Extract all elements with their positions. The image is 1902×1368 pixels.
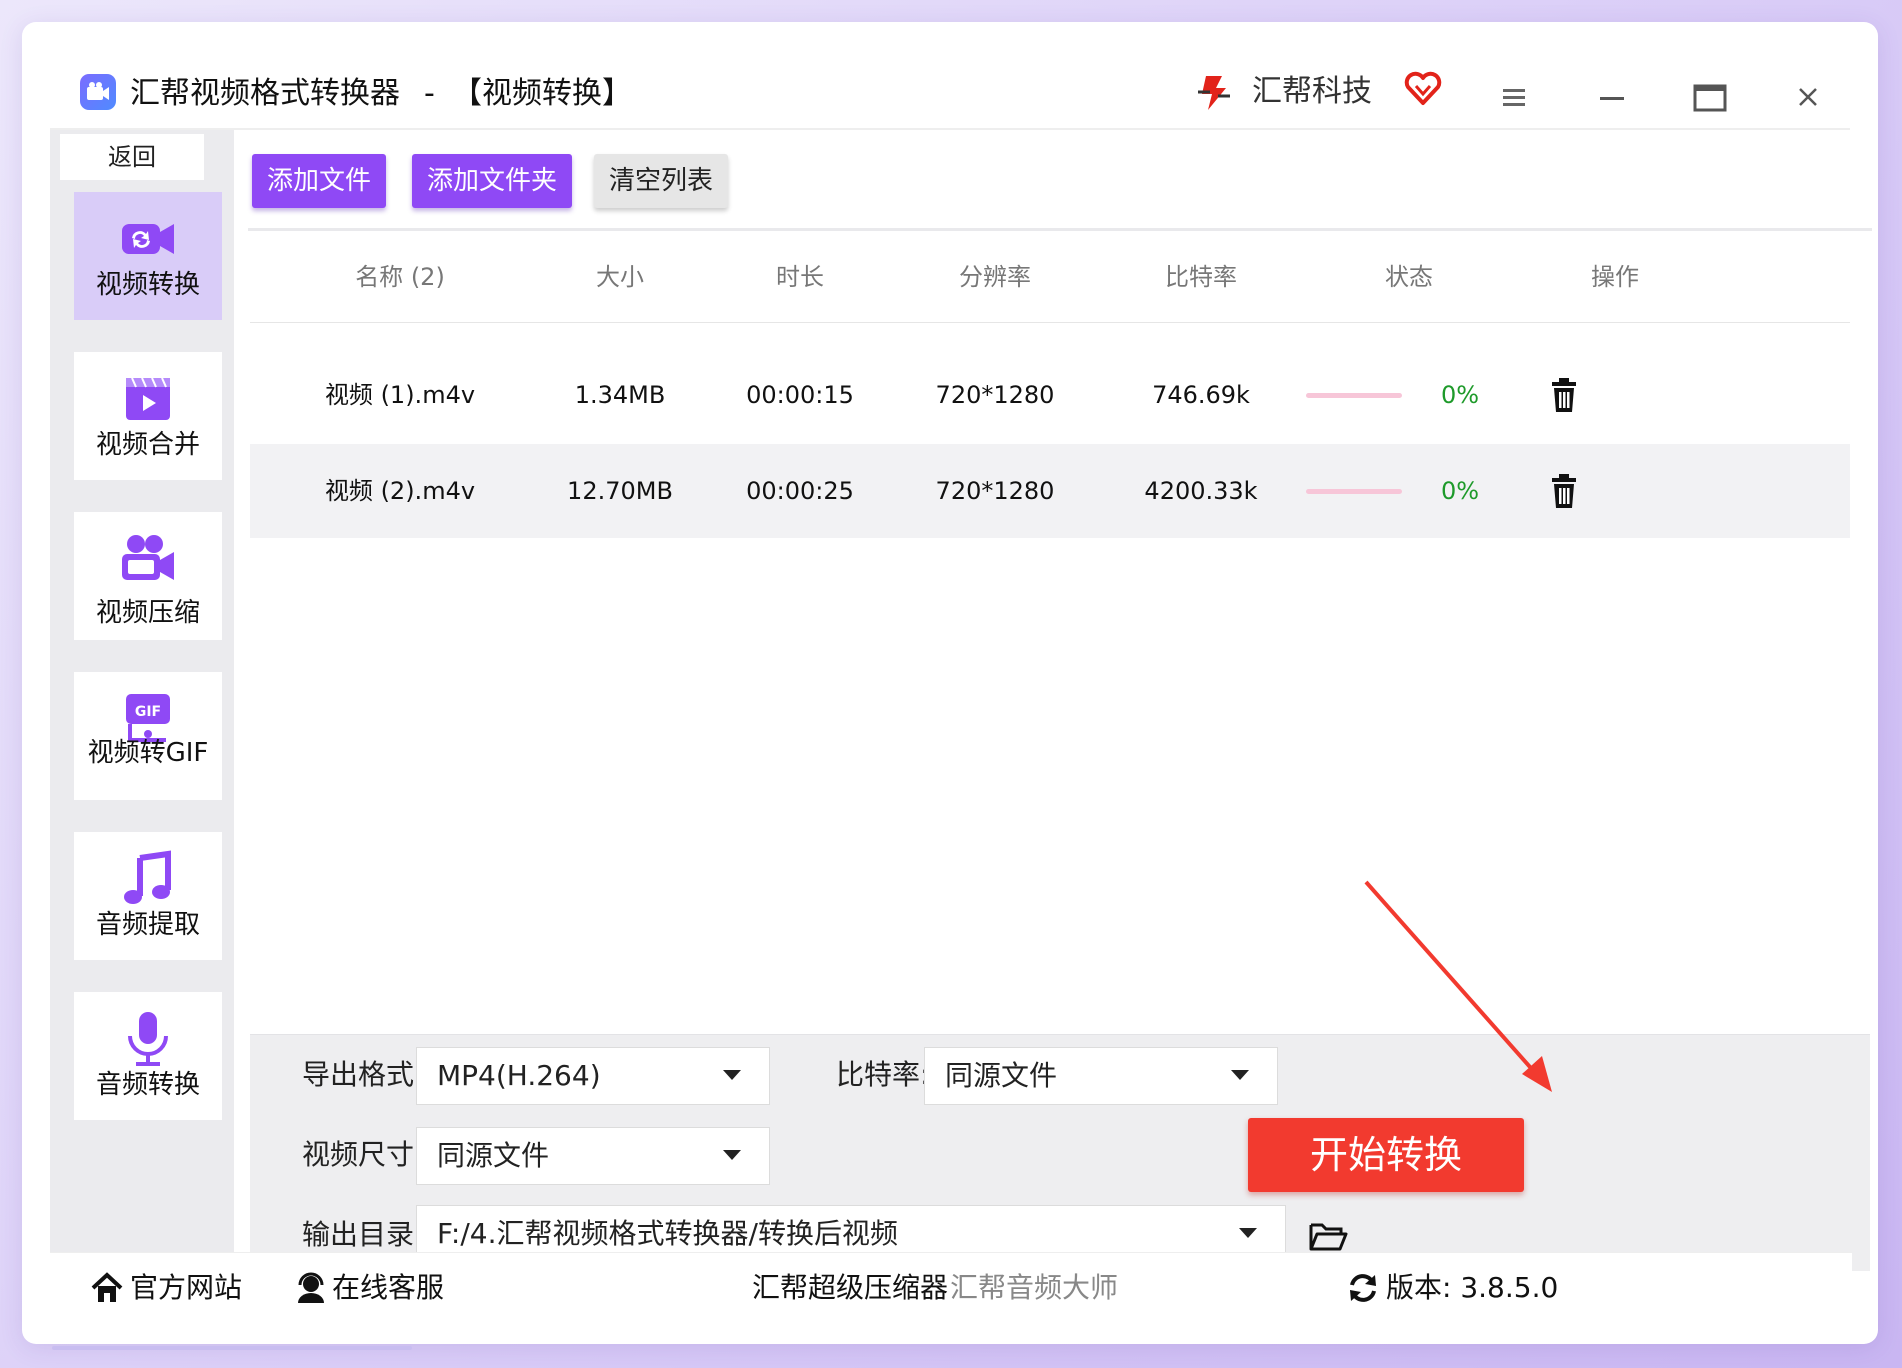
sidebar-item-label: 音频转换 (95, 1070, 200, 1100)
cell-name: 视频 (1).m4v (324, 381, 476, 409)
bitrate-select[interactable]: 同源文件 (924, 1047, 1278, 1105)
column-header-duration: 时长 (776, 263, 824, 291)
sidebar: 返回 视频转换 视频合并 视频压缩 GIF 视频转GIF 音频提取 音频转换 (50, 130, 234, 1252)
cell-size: 1.34MB (574, 381, 666, 409)
format-label: 导出格式: (302, 1058, 424, 1091)
svg-text:GIF: GIF (135, 704, 161, 720)
title-separator: - (424, 76, 435, 111)
bitrate-label: 比特率: (836, 1058, 930, 1091)
clear-list-button[interactable]: 清空列表 (594, 154, 728, 208)
app-logo-icon (80, 74, 116, 110)
table-row[interactable]: 视频 (2).m4v 12.70MB 00:00:25 720*1280 420… (250, 444, 1850, 538)
video-size-value: 同源文件 (437, 1139, 550, 1172)
title-bar: 汇帮视频格式转换器 - 【视频转换】 汇帮科技 (22, 22, 1878, 130)
sidebar-item-video-merge[interactable]: 视频合并 (74, 352, 222, 480)
output-settings-panel: 导出格式: MP4(H.264) 比特率: 同源文件 视频尺寸: 同源文件 输出… (250, 1034, 1870, 1271)
table-header: 名称 (2) 大小 时长 分辨率 比特率 状态 操作 (250, 232, 1850, 323)
audio-master-link[interactable]: 汇帮音频大师 (950, 1253, 1118, 1323)
vip-heart-icon[interactable] (1404, 70, 1442, 108)
chevron-down-icon (723, 1070, 741, 1080)
toolbar-divider (248, 228, 1872, 231)
column-header-action: 操作 (1591, 263, 1639, 291)
column-header-bitrate: 比特率 (1165, 263, 1237, 291)
bitrate-value: 同源文件 (945, 1059, 1058, 1092)
video-merge-icon (126, 377, 170, 420)
sidebar-item-label: 视频转GIF (87, 738, 209, 768)
super-compressor-link[interactable]: 汇帮超级压缩器 (752, 1253, 948, 1323)
microphone-icon (128, 1012, 168, 1066)
customer-service-icon (298, 1272, 324, 1303)
refresh-icon[interactable] (1346, 1271, 1380, 1305)
video-size-select[interactable]: 同源文件 (416, 1127, 770, 1185)
start-convert-button[interactable]: 开始转换 (1248, 1118, 1524, 1192)
video-size-label: 视频尺寸: (302, 1138, 424, 1171)
scrollbar[interactable] (52, 1346, 412, 1350)
add-file-button[interactable]: 添加文件 (252, 154, 386, 208)
cell-duration: 00:00:15 (746, 381, 854, 409)
toolbar: 添加文件 添加文件夹 清空列表 (252, 152, 1852, 208)
column-header-status: 状态 (1385, 263, 1433, 291)
menu-icon[interactable] (1494, 82, 1534, 114)
footer: 官方网站 在线客服 汇帮超级压缩器 汇帮音频大师 版本: 3.8.5.0 (50, 1252, 1852, 1323)
progress-bar (1306, 393, 1402, 398)
sidebar-item-label: 视频压缩 (95, 598, 200, 628)
cell-bitrate: 4200.33k (1144, 477, 1258, 505)
cell-duration: 00:00:25 (746, 477, 854, 505)
column-header-size: 大小 (596, 263, 644, 291)
column-header-resolution: 分辨率 (959, 263, 1031, 291)
cell-resolution: 720*1280 (935, 477, 1055, 505)
brand-name: 汇帮科技 (1252, 74, 1372, 109)
chevron-down-icon (723, 1150, 741, 1160)
sidebar-item-audio-convert[interactable]: 音频转换 (74, 992, 222, 1120)
video-compress-icon (122, 535, 174, 580)
progress-bar (1306, 489, 1402, 494)
online-support-link[interactable]: 在线客服 (332, 1253, 444, 1323)
sidebar-item-audio-extract[interactable]: 音频提取 (74, 832, 222, 960)
close-icon[interactable] (1788, 82, 1828, 114)
back-button[interactable]: 返回 (60, 134, 204, 180)
chevron-down-icon (1239, 1228, 1257, 1238)
app-title: 汇帮视频格式转换器 (130, 76, 400, 111)
minimize-icon[interactable] (1592, 82, 1632, 114)
folder-open-icon[interactable] (1308, 1219, 1348, 1253)
sidebar-item-label: 音频提取 (95, 910, 200, 940)
cell-name: 视频 (2).m4v (324, 477, 476, 505)
official-website-link[interactable]: 官方网站 (130, 1253, 242, 1323)
version-label: 版本: 3.8.5.0 (1386, 1271, 1559, 1304)
cell-size: 12.70MB (567, 477, 673, 505)
progress-percent: 0% (1440, 381, 1480, 409)
sidebar-item-video-gif[interactable]: GIF 视频转GIF (74, 672, 222, 800)
video-convert-icon (122, 224, 174, 254)
trash-icon[interactable] (1548, 472, 1580, 510)
format-value: MP4(H.264) (437, 1059, 601, 1092)
progress-percent: 0% (1440, 477, 1480, 505)
sidebar-item-video-compress[interactable]: 视频压缩 (74, 512, 222, 640)
sidebar-item-video-convert[interactable]: 视频转换 (74, 192, 222, 320)
trash-icon[interactable] (1548, 376, 1580, 414)
output-dir-label: 输出目录: (302, 1218, 424, 1251)
title-divider (50, 128, 1850, 130)
table-row[interactable]: 视频 (1).m4v 1.34MB 00:00:15 720*1280 746.… (250, 348, 1850, 442)
brand-logo-icon (1198, 76, 1230, 110)
cell-resolution: 720*1280 (935, 381, 1055, 409)
add-folder-button[interactable]: 添加文件夹 (412, 154, 572, 208)
maximize-icon[interactable] (1690, 82, 1730, 114)
app-window: 汇帮视频格式转换器 - 【视频转换】 汇帮科技 返回 视频转换 视频合并 视频压… (22, 22, 1878, 1344)
sidebar-item-label: 视频转换 (95, 270, 200, 300)
sidebar-item-label: 视频合并 (95, 430, 200, 460)
section-title: 【视频转换】 (452, 76, 632, 111)
cell-bitrate: 746.69k (1152, 381, 1250, 409)
music-note-icon (124, 850, 171, 904)
column-header-name: 名称 (2) (355, 263, 445, 291)
format-select[interactable]: MP4(H.264) (416, 1047, 770, 1105)
home-icon (91, 1272, 123, 1302)
chevron-down-icon (1231, 1070, 1249, 1080)
